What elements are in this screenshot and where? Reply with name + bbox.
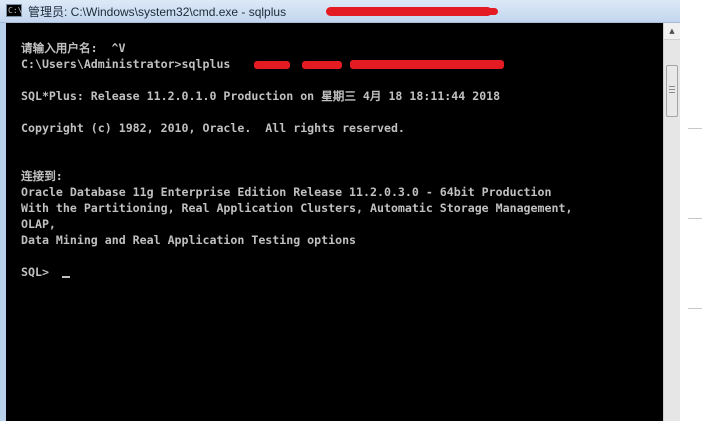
scrollbar-thumb[interactable] bbox=[666, 65, 678, 117]
console-line: SQL*Plus: Release 11.2.0.1.0 Production … bbox=[21, 89, 501, 103]
console-line: Oracle Database 11g Enterprise Edition R… bbox=[21, 185, 552, 199]
console-prompt[interactable]: SQL> bbox=[21, 264, 56, 280]
background-divider bbox=[688, 218, 702, 219]
console-line: Data Mining and Real Application Testing… bbox=[21, 233, 357, 247]
vertical-scrollbar[interactable]: ▲ bbox=[663, 23, 680, 421]
console-line: 连接到: bbox=[21, 169, 63, 183]
up-arrow-icon[interactable]: ▲ bbox=[664, 23, 680, 40]
redaction-mark bbox=[326, 7, 492, 16]
console-line: 请输入用户名: ^V bbox=[21, 41, 126, 55]
console-output[interactable]: 请输入用户名: ^V C:\Users\Administrator>sqlplu… bbox=[6, 23, 663, 421]
grip-line bbox=[669, 89, 675, 90]
console-line: OLAP, bbox=[21, 217, 56, 231]
console-line: With the Partitioning, Real Application … bbox=[21, 201, 573, 215]
title-bar[interactable]: C:\ 管理员: C:\Windows\system32\cmd.exe - s… bbox=[0, 0, 680, 23]
redaction-mark bbox=[466, 60, 504, 69]
background-divider bbox=[688, 128, 702, 129]
console-icon[interactable]: C:\ bbox=[6, 4, 22, 17]
text-cursor bbox=[62, 276, 70, 278]
cmd-window: C:\ 管理员: C:\Windows\system32\cmd.exe - s… bbox=[0, 0, 680, 421]
redaction-mark bbox=[302, 61, 342, 69]
console-line: Copyright (c) 1982, 2010, Oracle. All ri… bbox=[21, 121, 405, 135]
background-divider bbox=[688, 308, 702, 309]
console-line: C:\Users\Administrator>sqlplus bbox=[21, 57, 231, 71]
grip-line bbox=[669, 92, 675, 93]
redaction-mark bbox=[254, 61, 290, 69]
grip-line bbox=[669, 86, 675, 87]
redaction-mark bbox=[350, 60, 482, 69]
redaction-mark bbox=[480, 8, 498, 15]
window-title: 管理员: C:\Windows\system32\cmd.exe - sqlpl… bbox=[28, 5, 287, 19]
